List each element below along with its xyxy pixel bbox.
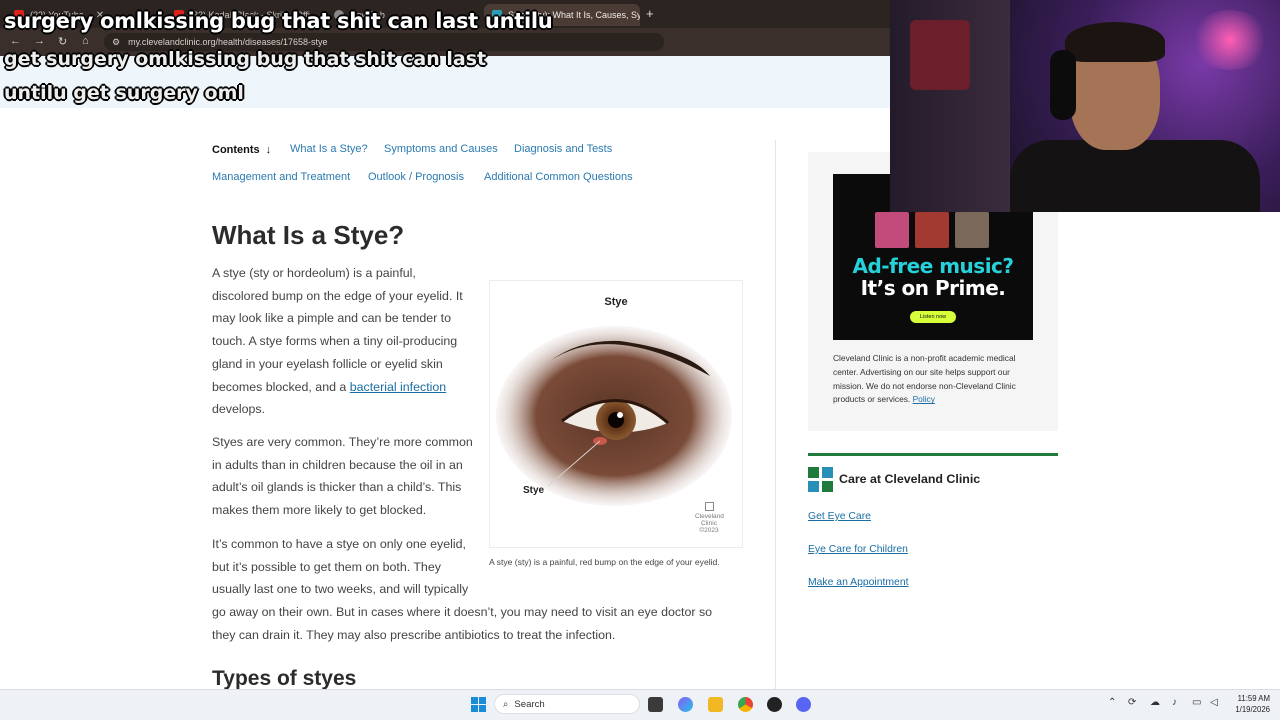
stye-illustration: Stye Stye Cleveland Clinic ©2023 xyxy=(489,280,743,548)
search-icon: ⌕ xyxy=(503,698,509,710)
figure-caption: A stye (sty) is a painful, red bump on t… xyxy=(489,557,720,567)
cleveland-clinic-cross-icon xyxy=(808,467,833,492)
start-icon[interactable] xyxy=(471,697,486,712)
paragraph-duration-cont: go away on their own. But in cases where… xyxy=(212,605,713,642)
contents-link-symptoms[interactable]: Symptoms and Causes xyxy=(384,143,498,155)
paragraph-intro: A stye (sty or hordeolum) is a painful, … xyxy=(212,262,474,421)
page-title: What Is a Stye? xyxy=(212,220,405,250)
listen-now-button[interactable]: Listen now xyxy=(910,311,956,323)
forward-icon[interactable]: → xyxy=(34,35,45,47)
bacterial-infection-link[interactable]: bacterial infection xyxy=(350,380,446,394)
get-eye-care-link[interactable]: Get Eye Care xyxy=(808,511,871,522)
microphone-icon[interactable]: ♪ xyxy=(1172,697,1177,708)
webcam-light xyxy=(1190,10,1270,70)
ad-headline: Ad-free music? xyxy=(852,254,1014,278)
copilot-icon[interactable] xyxy=(678,697,693,712)
ad-thumbnail xyxy=(955,212,989,248)
obs-icon[interactable] xyxy=(767,697,782,712)
contents-link-questions[interactable]: Additional Common Questions xyxy=(484,171,633,183)
section-heading-types: Types of styes xyxy=(212,667,357,690)
stream-overlay-line: surgery omlkissing bug that shit can las… xyxy=(4,9,553,33)
webcam-overlay xyxy=(890,0,1280,212)
volume-icon[interactable]: ◁ xyxy=(1210,697,1218,708)
column-divider xyxy=(775,140,776,690)
headphones-icon xyxy=(1050,50,1076,120)
clinic-logo-icon xyxy=(704,502,714,511)
logo-text: Clinic xyxy=(701,520,717,527)
webcam-person-body xyxy=(1010,140,1260,212)
back-icon[interactable]: ← xyxy=(10,35,21,47)
policy-link[interactable]: Policy xyxy=(913,394,935,404)
figure-label: Stye xyxy=(523,485,545,496)
stream-overlay-line: untilu get surgery oml xyxy=(4,82,244,104)
cloud-icon[interactable]: ☁ xyxy=(1150,697,1160,708)
eye-care-children-link[interactable]: Eye Care for Children xyxy=(808,544,908,555)
taskbar-search[interactable]: ⌕ Search xyxy=(494,694,640,714)
contents-link-outlook[interactable]: Outlook / Prognosis xyxy=(368,171,464,183)
reload-icon[interactable]: ↻ xyxy=(58,35,67,48)
arrow-down-icon: ↓ xyxy=(265,144,272,156)
ad-disclaimer: Cleveland Clinic is a non-profit academi… xyxy=(833,352,1038,407)
logo-text: Cleveland xyxy=(695,513,724,520)
ad-thumbnail xyxy=(875,212,909,248)
home-icon[interactable]: ⌂ xyxy=(82,35,89,47)
cleveland-clinic-logo: Cleveland Clinic ©2023 xyxy=(695,502,724,534)
paragraph-common: Styes are very common. They’re more comm… xyxy=(212,435,473,518)
system-clock[interactable]: 11:59 AM 1/19/2026 xyxy=(1226,693,1270,715)
discord-icon[interactable] xyxy=(796,697,811,712)
clock-date: 1/19/2026 xyxy=(1235,705,1270,714)
care-accent-bar xyxy=(808,453,1058,456)
paragraph-text: A stye (sty or hordeolum) is a painful, … xyxy=(212,266,463,394)
url-text: my.clevelandclinic.org/health/diseases/1… xyxy=(128,37,328,47)
sync-icon[interactable]: ⟳ xyxy=(1128,697,1136,708)
search-placeholder: Search xyxy=(514,698,545,710)
contents-link-what-is[interactable]: What Is a Stye? xyxy=(290,143,368,155)
contents-link-management[interactable]: Management and Treatment xyxy=(212,171,350,183)
clock-time: 11:59 AM xyxy=(1237,694,1270,703)
webcam-person-hair xyxy=(1065,22,1165,62)
taskbar xyxy=(0,689,1280,720)
contents-label[interactable]: Contents xyxy=(212,144,260,156)
file-explorer-icon[interactable] xyxy=(648,697,663,712)
make-appointment-link[interactable]: Make an Appointment xyxy=(808,577,909,588)
logo-text: ©2023 xyxy=(699,527,719,534)
ad-subline: It’s on Prime. xyxy=(860,276,1006,300)
paragraph-text: develops. xyxy=(212,402,266,417)
stream-overlay-line: get surgery omlkissing bug that shit can… xyxy=(4,48,487,70)
site-info-icon[interactable]: ⚙ xyxy=(112,37,120,48)
chrome-icon[interactable] xyxy=(738,697,753,712)
new-tab-icon[interactable]: + xyxy=(646,6,654,21)
paragraph-duration: It’s common to have a stye on only one e… xyxy=(212,537,469,597)
care-title: Care at Cleveland Clinic xyxy=(839,472,981,486)
folder-icon[interactable] xyxy=(708,697,723,712)
display-icon[interactable]: ▭ xyxy=(1192,697,1201,708)
contents-link-diagnosis[interactable]: Diagnosis and Tests xyxy=(514,143,612,155)
ad-thumbnail xyxy=(915,212,949,248)
chevron-up-icon[interactable]: ⌃ xyxy=(1108,697,1116,708)
webcam-jersey xyxy=(910,20,970,90)
